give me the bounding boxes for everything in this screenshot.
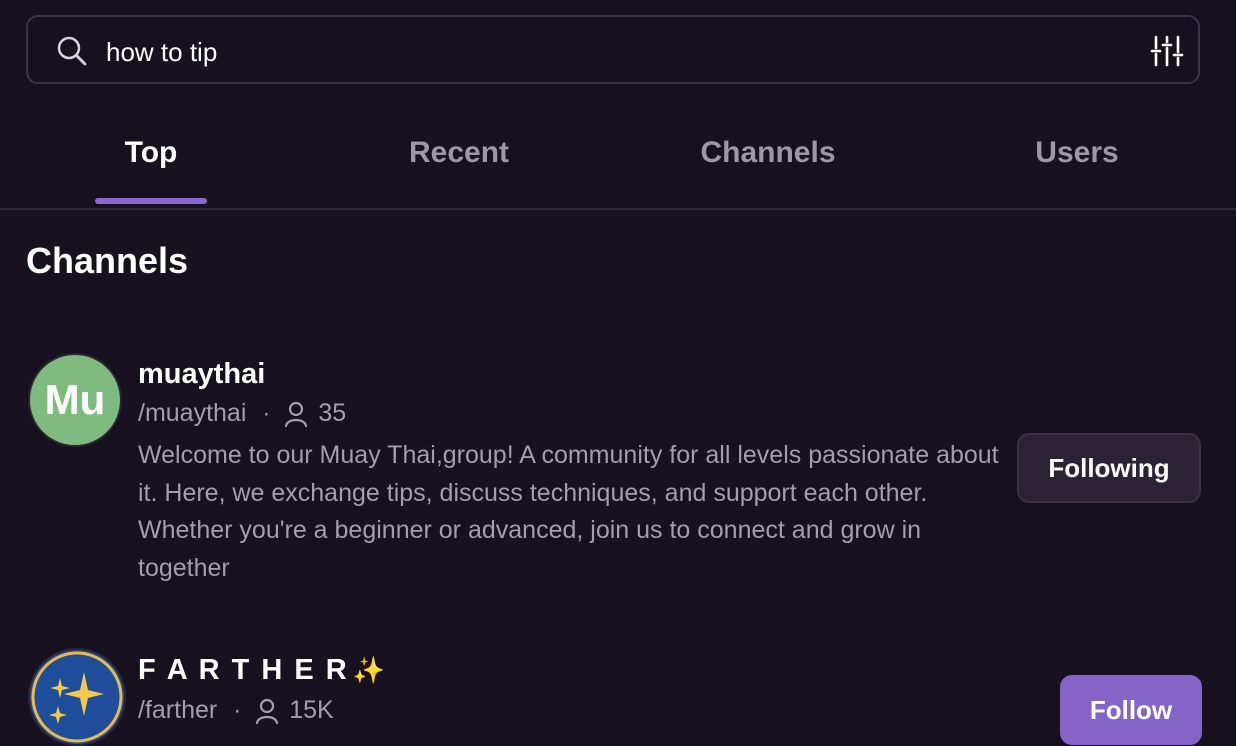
tab-top[interactable]: Top — [58, 112, 244, 208]
tab-label: Channels — [700, 136, 836, 169]
channel-meta: /muaythai · 35 — [138, 399, 346, 428]
channel-handle: /farther — [138, 696, 218, 724]
tab-channels[interactable]: Channels — [668, 112, 868, 208]
filter-sliders-icon[interactable] — [1150, 34, 1184, 68]
channel-meta: /farther · 15K — [138, 696, 334, 725]
search-bar[interactable] — [26, 15, 1200, 84]
tab-users[interactable]: Users — [984, 112, 1170, 208]
tab-recent[interactable]: Recent — [366, 112, 552, 208]
search-icon — [57, 36, 87, 66]
member-count: 15K — [289, 696, 334, 724]
channel-name[interactable]: F A R T H E R ✨ — [138, 654, 387, 687]
section-title: Channels — [26, 240, 189, 281]
tab-label: Users — [1035, 136, 1119, 169]
active-tab-indicator — [95, 198, 207, 204]
avatar[interactable] — [28, 648, 126, 746]
sparkle-emoji: ✨ — [352, 655, 388, 685]
user-icon — [285, 401, 308, 427]
search-input[interactable] — [104, 33, 1108, 71]
channel-handle: /muaythai — [138, 399, 247, 427]
tab-bar: Top Recent Channels Users — [0, 112, 1236, 210]
separator-dot: · — [262, 399, 271, 427]
channel-name[interactable]: muaythai — [138, 358, 265, 391]
follow-button[interactable]: Follow — [1060, 675, 1202, 745]
tab-label: Recent — [408, 136, 510, 169]
avatar-initials: Mu — [44, 376, 106, 423]
channel-name-text: F A R T H E R — [138, 654, 349, 686]
channel-description: Welcome to our Muay Thai,group! A commun… — [138, 441, 999, 582]
separator-dot: · — [233, 696, 242, 724]
user-icon — [256, 698, 279, 724]
sparkles-icon — [31, 651, 123, 743]
member-count: 35 — [318, 399, 347, 427]
avatar[interactable]: Mu — [28, 353, 122, 447]
tab-label: Top — [124, 136, 178, 169]
following-button[interactable]: Following — [1017, 433, 1201, 503]
